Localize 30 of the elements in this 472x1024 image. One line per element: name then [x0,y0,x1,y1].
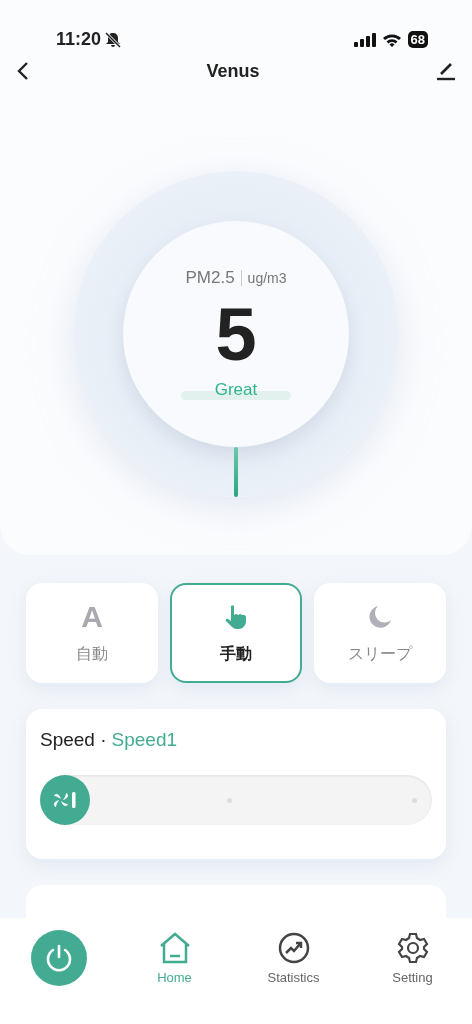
moon-icon [367,603,393,630]
gauge-needle [234,447,238,497]
page-title: Venus [206,60,260,82]
pollutant-label: PM2.5 [185,268,235,288]
back-icon[interactable] [16,61,30,81]
muted-bell-icon [105,31,122,48]
power-icon [44,943,74,973]
speed-label: Speed · [40,729,107,751]
status-time: 11:20 [56,29,102,50]
nav-tab[interactable]: Setting [353,930,472,987]
power-button[interactable] [31,930,87,986]
battery-level: 68 [407,31,428,48]
unit-label: ug/m3 [247,270,287,286]
wifi-icon [381,32,402,47]
pm-value: 5 [215,298,257,372]
nav-tab[interactable]: Statistics [234,930,353,987]
settings-icon [396,932,429,964]
letter-icon: A [81,601,103,632]
fan-slider-thumb[interactable] [40,775,90,825]
home-icon [158,932,191,964]
mode-button[interactable]: 手動 [170,583,302,683]
edit-icon[interactable] [436,61,456,81]
quality-rating: Great [214,380,258,400]
mode-button[interactable]: A 自動 [26,583,158,683]
hand-pointer-icon [224,603,248,630]
speed-slider[interactable] [40,775,432,825]
mode-button[interactable]: スリープ [314,583,446,683]
trend-chart-icon [277,932,310,964]
signal-icon [353,32,376,47]
speed-value: Speed1 [111,729,178,751]
